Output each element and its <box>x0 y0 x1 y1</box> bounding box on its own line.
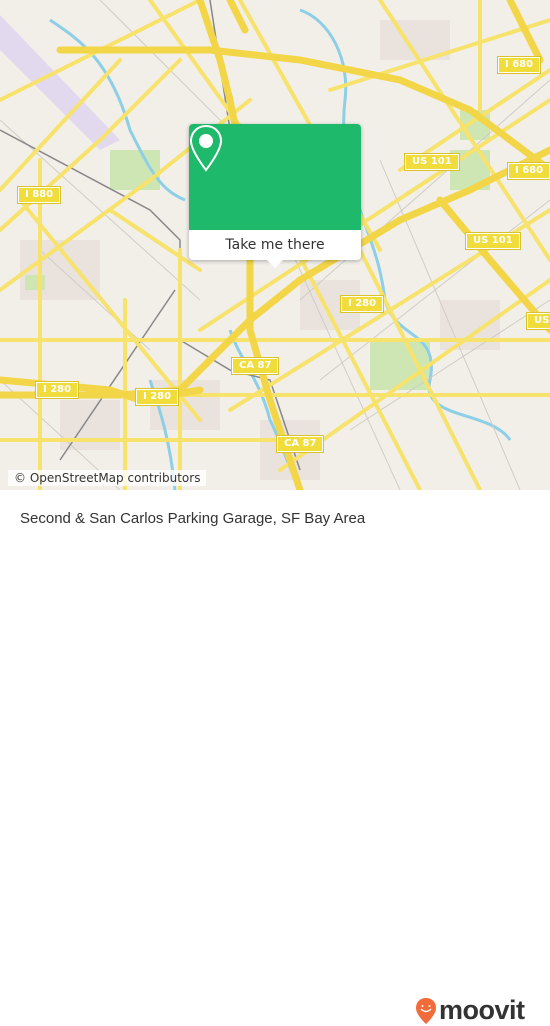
location-popup: Take me there <box>189 124 361 268</box>
map-pin-icon <box>189 124 223 172</box>
moovit-wordmark: moovit <box>439 995 525 1025</box>
location-title: Second & San Carlos Parking Garage, SF B… <box>20 510 366 527</box>
moovit-logo[interactable]: moovit <box>415 995 525 1026</box>
highway-shield-i680: I 680 <box>496 56 542 74</box>
map[interactable]: I 680 US 101 I 680 I 880 US 101 I 280 US… <box>0 0 550 490</box>
popup-pointer <box>267 260 283 268</box>
footer: Second & San Carlos Parking Garage, SF B… <box>0 490 550 1025</box>
highway-shield-ca87: CA 87 <box>275 435 325 453</box>
map-attribution[interactable]: © OpenStreetMap contributors <box>8 470 207 486</box>
highway-shield-i880: I 880 <box>16 186 62 204</box>
highway-shield-i280: I 280 <box>339 295 385 313</box>
popup-header <box>189 124 361 230</box>
highway-shield-ca87: CA 87 <box>230 357 280 375</box>
highway-shield-i680: I 680 <box>506 162 550 180</box>
highway-shield-us101: US <box>525 312 550 330</box>
highway-shield-us101: US 101 <box>465 232 521 250</box>
highway-shield-us101: US 101 <box>404 153 460 171</box>
highway-shield-i280: I 280 <box>134 388 180 406</box>
take-me-there-button[interactable]: Take me there <box>189 230 361 260</box>
moovit-pin-icon <box>416 997 436 1024</box>
highway-shield-i280: I 280 <box>34 381 80 399</box>
